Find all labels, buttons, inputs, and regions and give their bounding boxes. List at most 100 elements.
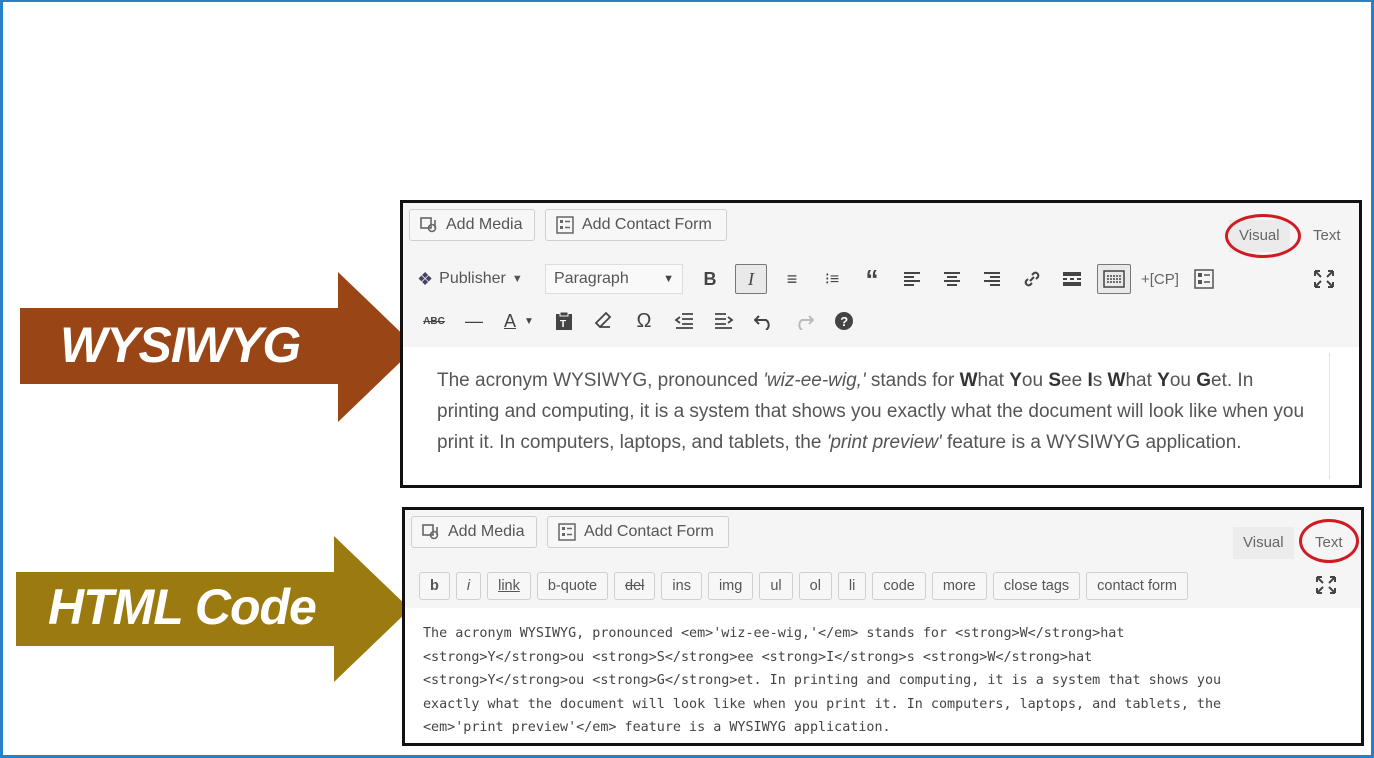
indent-icon[interactable] (709, 306, 739, 336)
numbered-list-icon[interactable]: ⁝≡ (817, 264, 847, 294)
text-run: hat (1125, 370, 1158, 391)
read-more-icon[interactable] (1057, 264, 1087, 294)
tab-text[interactable]: Text (1303, 220, 1351, 252)
text-run: ou (1021, 370, 1049, 391)
publisher-label: Publisher (439, 270, 506, 287)
toolbar-toggle-icon[interactable] (1097, 264, 1131, 294)
code-textarea[interactable]: The acronym WYSIWYG, pronounced <em>'wiz… (405, 608, 1361, 743)
strikethrough-icon[interactable]: ABC (419, 306, 449, 336)
text-run: feature is a WYSIWYG application. (941, 432, 1242, 453)
form-icon (556, 216, 574, 234)
svg-text:?: ? (840, 314, 848, 329)
chevron-down-icon: ▼ (511, 273, 523, 285)
redo-icon[interactable] (789, 306, 819, 336)
strong-run: G (1196, 370, 1212, 391)
outdent-icon[interactable] (669, 306, 699, 336)
strong-run: Y (1157, 370, 1170, 391)
add-contact-form-label: Add Contact Form (582, 216, 712, 233)
paragraph-select[interactable]: Paragraph ▼ (545, 264, 683, 294)
add-media-label: Add Media (446, 216, 523, 233)
text-run: s (1092, 370, 1108, 391)
add-contact-form-label: Add Contact Form (584, 523, 714, 540)
visual-paragraph: The acronym WYSIWYG, pronounced 'wiz-ee-… (437, 365, 1317, 458)
fullscreen-icon[interactable] (1311, 570, 1341, 600)
qt-i-button[interactable]: i (455, 572, 482, 600)
qt-del-button[interactable]: del (614, 572, 656, 600)
html-code-label: HTML Code (48, 579, 317, 635)
media-icon (420, 216, 438, 234)
text-run: ou (1169, 370, 1197, 391)
scrollbar-track[interactable] (1329, 353, 1330, 479)
qt-link-button[interactable]: link (487, 572, 531, 600)
text-run: stands for (865, 370, 960, 391)
html-source: The acronym WYSIWYG, pronounced <em>'wiz… (423, 626, 1222, 735)
qt-more-button[interactable]: more (931, 572, 987, 600)
help-icon[interactable]: ? (829, 306, 859, 336)
strong-run: W (1107, 370, 1126, 391)
qt-li-button[interactable]: li (837, 572, 867, 600)
quicktags-toolbar: b i link b-quote del ins img ul ol li co… (405, 566, 1361, 606)
strong-run: Y (1009, 370, 1022, 391)
frame-left (0, 0, 3, 758)
add-media-button[interactable]: Add Media (411, 516, 537, 548)
visual-editor: Add Media Add Contact Form Visual Text ❖… (400, 200, 1362, 488)
qt-code-button[interactable]: code (872, 572, 926, 600)
wysiwyg-arrow: WYSIWYG (20, 272, 416, 422)
qt-b-button[interactable]: b (419, 572, 450, 600)
text-tab-highlight (1299, 519, 1359, 563)
emphasis-run: 'wiz-ee-wig,' (763, 370, 866, 391)
tab-visual[interactable]: Visual (1233, 527, 1294, 559)
link-icon[interactable] (1017, 264, 1047, 294)
align-center-icon[interactable] (937, 264, 967, 294)
qt-img-button[interactable]: img (707, 572, 754, 600)
qt-contact-form-button[interactable]: contact form (1086, 572, 1188, 600)
bullet-list-icon[interactable]: ≡ (777, 264, 807, 294)
align-left-icon[interactable] (897, 264, 927, 294)
horizontal-line-icon[interactable]: — (459, 306, 489, 336)
contact-form-icon[interactable] (1189, 264, 1219, 294)
paragraph-label: Paragraph (554, 270, 629, 287)
qt-close-tags-button[interactable]: close tags (992, 572, 1081, 600)
svg-text:T: T (560, 319, 566, 330)
qt-ol-button[interactable]: ol (798, 572, 832, 600)
frame-top (0, 0, 1374, 2)
add-contact-form-button[interactable]: Add Contact Form (547, 516, 729, 548)
qt-ul-button[interactable]: ul (759, 572, 793, 600)
italic-icon[interactable]: I (735, 264, 767, 294)
emphasis-run: 'print preview' (826, 432, 942, 453)
add-media-label: Add Media (448, 523, 525, 540)
strong-run: W (959, 370, 978, 391)
clear-formatting-icon[interactable] (589, 306, 619, 336)
text-editor-header: Add Media Add Contact Form Visual Text (405, 510, 1361, 563)
text-editor: Add Media Add Contact Form Visual Text b… (402, 507, 1364, 746)
undo-icon[interactable] (749, 306, 779, 336)
qt-b-quote-button[interactable]: b-quote (536, 572, 609, 600)
text-run: ee (1061, 370, 1088, 391)
fullscreen-icon[interactable] (1309, 264, 1339, 294)
bold-icon[interactable]: B (695, 264, 725, 294)
visual-content-area[interactable]: The acronym WYSIWYG, pronounced 'wiz-ee-… (403, 347, 1359, 485)
html-code-arrow: HTML Code (16, 536, 410, 682)
strong-run: S (1048, 370, 1062, 391)
cp-button[interactable]: +[CP] (1141, 264, 1179, 294)
text-run: hat (977, 370, 1010, 391)
blockquote-icon[interactable]: “ (857, 264, 887, 294)
qt-ins-button[interactable]: ins (661, 572, 702, 600)
paste-as-text-icon[interactable]: T (549, 306, 579, 336)
form-icon (558, 523, 576, 541)
visual-editor-header: Add Media Add Contact Form Visual Text (403, 203, 1359, 258)
visual-toolbar-row-2: ABC — A ▼ T Ω ? (403, 301, 1359, 341)
chevron-down-icon: ▼ (663, 273, 674, 285)
text-run: The acronym WYSIWYG, pronounced (437, 370, 764, 391)
special-character-icon[interactable]: Ω (629, 306, 659, 336)
publisher-icon: ❖ (417, 268, 434, 289)
visual-tab-highlight (1225, 214, 1301, 258)
chevron-down-icon: ▼ (524, 315, 534, 327)
align-right-icon[interactable] (977, 264, 1007, 294)
add-media-button[interactable]: Add Media (409, 209, 535, 241)
publisher-dropdown[interactable]: ❖ Publisher ▼ (417, 264, 535, 294)
text-color-icon[interactable]: A ▼ (499, 306, 539, 336)
add-contact-form-button[interactable]: Add Contact Form (545, 209, 727, 241)
media-icon (422, 523, 440, 541)
wysiwyg-label: WYSIWYG (60, 317, 301, 373)
